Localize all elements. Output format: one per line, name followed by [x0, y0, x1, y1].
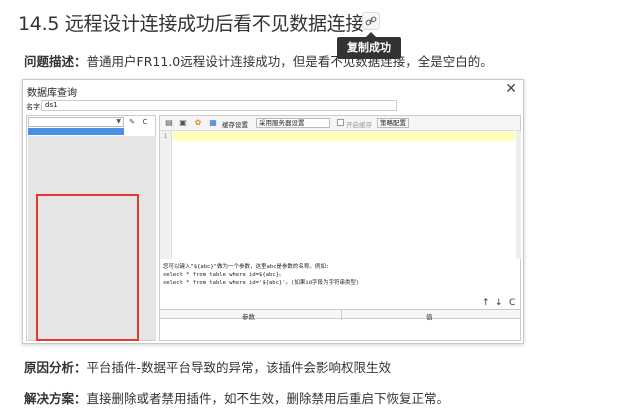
problem-text: 普通用户FR11.0远程设计连接成功，但是看不见数据连接，全是空白的。 [86, 54, 493, 69]
datasource-pane: ▼ ✎ C [26, 115, 156, 341]
current-line [173, 132, 515, 141]
screenshot-database-query: 数据库查询 ✕ 名字: ds1 ▼ ✎ C ▤ ▣ ✿ ▦ 缓存设置 采用服务器… [22, 79, 524, 344]
name-input[interactable]: ds1 [41, 100, 397, 111]
save-icon[interactable]: ▣ [178, 118, 188, 128]
query-pane: ▤ ▣ ✿ ▦ 缓存设置 采用服务器设置 开启缓存 策略配置 1 您可以键入"$… [159, 115, 521, 341]
solution-paragraph: 解决方案：直接删除或者禁用插件，如不生效，删除禁用后重启下恢复正常。 [24, 388, 449, 407]
refresh-icon[interactable]: C [140, 117, 150, 127]
edit-icon[interactable]: ✎ [127, 117, 137, 127]
cause-paragraph: 原因分析：平台插件-数据平台导致的异常，该插件会影响权限生效 [24, 357, 391, 376]
problem-label: 问题描述： [24, 54, 87, 69]
enable-cache-checkbox[interactable] [337, 119, 344, 126]
name-label: 名字: [26, 103, 43, 111]
cache-settings-label[interactable]: 缓存设置 [222, 119, 248, 129]
server-setting-value: 采用服务器设置 [259, 119, 305, 127]
cause-text: 平台插件-数据平台导致的异常，该插件会影响权限生效 [86, 360, 392, 375]
problem-paragraph: 问题描述：普通用户FR11.0远程设计连接成功，但是看不见数据连接，全是空白的。 [24, 51, 493, 70]
server-setting-select[interactable]: 采用服务器设置 [256, 118, 330, 128]
solution-label: 解决方案： [24, 391, 87, 406]
solution-text: 直接删除或者禁用插件，如不生效，删除禁用后重启下恢复正常。 [86, 391, 450, 406]
dialog-title: 数据库查询 [27, 88, 77, 99]
strategy-button[interactable]: 策略配置 [377, 118, 409, 128]
datasource-list[interactable] [28, 136, 156, 341]
highlight-box [36, 194, 139, 341]
settings-icon[interactable]: ✿ [193, 118, 203, 128]
enable-cache-label: 开启缓存 [346, 121, 372, 129]
article-heading: 14.5 远程设计连接成功后看不见数据连接 [18, 13, 365, 35]
sql-editor[interactable]: 1 [160, 131, 521, 259]
datasource-select[interactable]: ▼ [28, 117, 124, 127]
move-down-icon[interactable]: ↓ [495, 298, 503, 308]
param-column-name: 参数 [242, 313, 255, 321]
parameter-hint: 您可以键入"${abc}"做为一个参数，这里abc是参数的名称。例如: sele… [163, 264, 360, 286]
editor-scrollbar[interactable] [516, 131, 521, 259]
cache-icon[interactable]: ▦ [208, 118, 218, 128]
preview-icon[interactable]: ▤ [164, 118, 174, 128]
parameter-table-header: 参数 值 [160, 309, 520, 321]
chevron-down-icon: ▼ [116, 118, 121, 125]
column-divider [341, 310, 342, 320]
copy-link-button[interactable] [362, 12, 380, 30]
cause-label: 原因分析： [24, 360, 87, 375]
line-gutter: 1 [160, 131, 172, 259]
query-toolbar: ▤ ▣ ✿ ▦ 缓存设置 采用服务器设置 开启缓存 策略配置 [160, 116, 520, 131]
param-column-value: 值 [426, 313, 433, 321]
move-up-icon[interactable]: ↑ [482, 298, 490, 308]
close-icon[interactable]: ✕ [505, 81, 517, 97]
refresh-params-icon[interactable]: C [509, 298, 515, 308]
selected-datasource-row[interactable] [28, 128, 124, 135]
link-icon [365, 16, 377, 26]
